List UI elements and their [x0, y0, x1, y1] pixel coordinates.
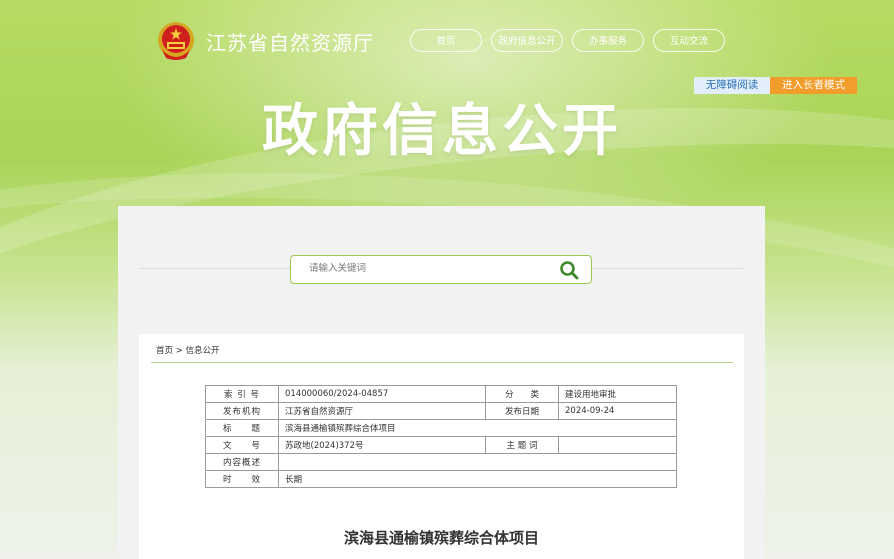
site-title[interactable]: 江苏省自然资源厅	[206, 27, 374, 56]
index-no-label: 索 引 号	[205, 385, 279, 403]
date-value: 2024-09-24	[558, 402, 677, 420]
main-panel: 请输入关键词 首页 > 信息公开 索 引 号 014000060/2024-04…	[118, 206, 765, 559]
title-value: 滨海县通榆镇殡葬综合体项目	[278, 419, 677, 437]
table-row: 内容概述	[205, 453, 677, 471]
table-row: 索 引 号 014000060/2024-04857 分 类 建设用地审批	[205, 385, 677, 403]
publisher-value: 江苏省自然资源厅	[278, 402, 486, 420]
breadcrumb-separator: >	[175, 346, 183, 356]
validity-label: 时 效	[205, 470, 279, 488]
title-label: 标 题	[205, 419, 279, 437]
subject-value	[558, 436, 677, 454]
table-row: 文 号 苏政地(2024)372号 主 题 词	[205, 436, 677, 454]
nav-gov-info[interactable]: 政府信息公开	[491, 29, 563, 52]
breadcrumb-divider	[151, 362, 733, 363]
national-emblem-icon	[158, 22, 194, 60]
search-input[interactable]: 请输入关键词	[290, 255, 592, 284]
date-label: 发布日期	[485, 402, 559, 420]
banner-title: 政府信息公开	[262, 99, 622, 164]
breadcrumb-home[interactable]: 首页	[156, 346, 173, 356]
nav-services[interactable]: 办事服务	[572, 29, 644, 52]
doc-no-value: 苏政地(2024)372号	[278, 436, 486, 454]
index-no-value: 014000060/2024-04857	[278, 385, 486, 403]
metadata-table: 索 引 号 014000060/2024-04857 分 类 建设用地审批 发布…	[205, 385, 677, 488]
accessibility-button[interactable]: 无障碍阅读	[694, 77, 770, 94]
category-label: 分 类	[485, 385, 559, 403]
subject-label: 主 题 词	[485, 436, 559, 454]
doc-no-label: 文 号	[205, 436, 279, 454]
validity-value: 长期	[278, 470, 677, 488]
content-area: 首页 > 信息公开 索 引 号 014000060/2024-04857 分 类…	[139, 334, 744, 559]
table-row: 发布机构 江苏省自然资源厅 发布日期 2024-09-24	[205, 402, 677, 420]
breadcrumb-current[interactable]: 信息公开	[186, 346, 220, 356]
breadcrumb: 首页 > 信息公开	[156, 344, 220, 356]
nav-home[interactable]: 首页	[410, 29, 482, 52]
summary-value	[278, 453, 677, 471]
document-title: 滨海县通榆镇殡葬综合体项目	[343, 529, 539, 547]
table-row: 标 题 滨海县通榆镇殡葬综合体项目	[205, 419, 677, 437]
search-icon[interactable]	[559, 260, 579, 280]
summary-label: 内容概述	[205, 453, 279, 471]
publisher-label: 发布机构	[205, 402, 279, 420]
elderly-mode-button[interactable]: 进入长者模式	[770, 77, 857, 94]
category-value: 建设用地审批	[558, 385, 677, 403]
search-placeholder: 请输入关键词	[309, 263, 367, 274]
table-row: 时 效 长期	[205, 470, 677, 488]
nav-interaction[interactable]: 互动交流	[653, 29, 725, 52]
